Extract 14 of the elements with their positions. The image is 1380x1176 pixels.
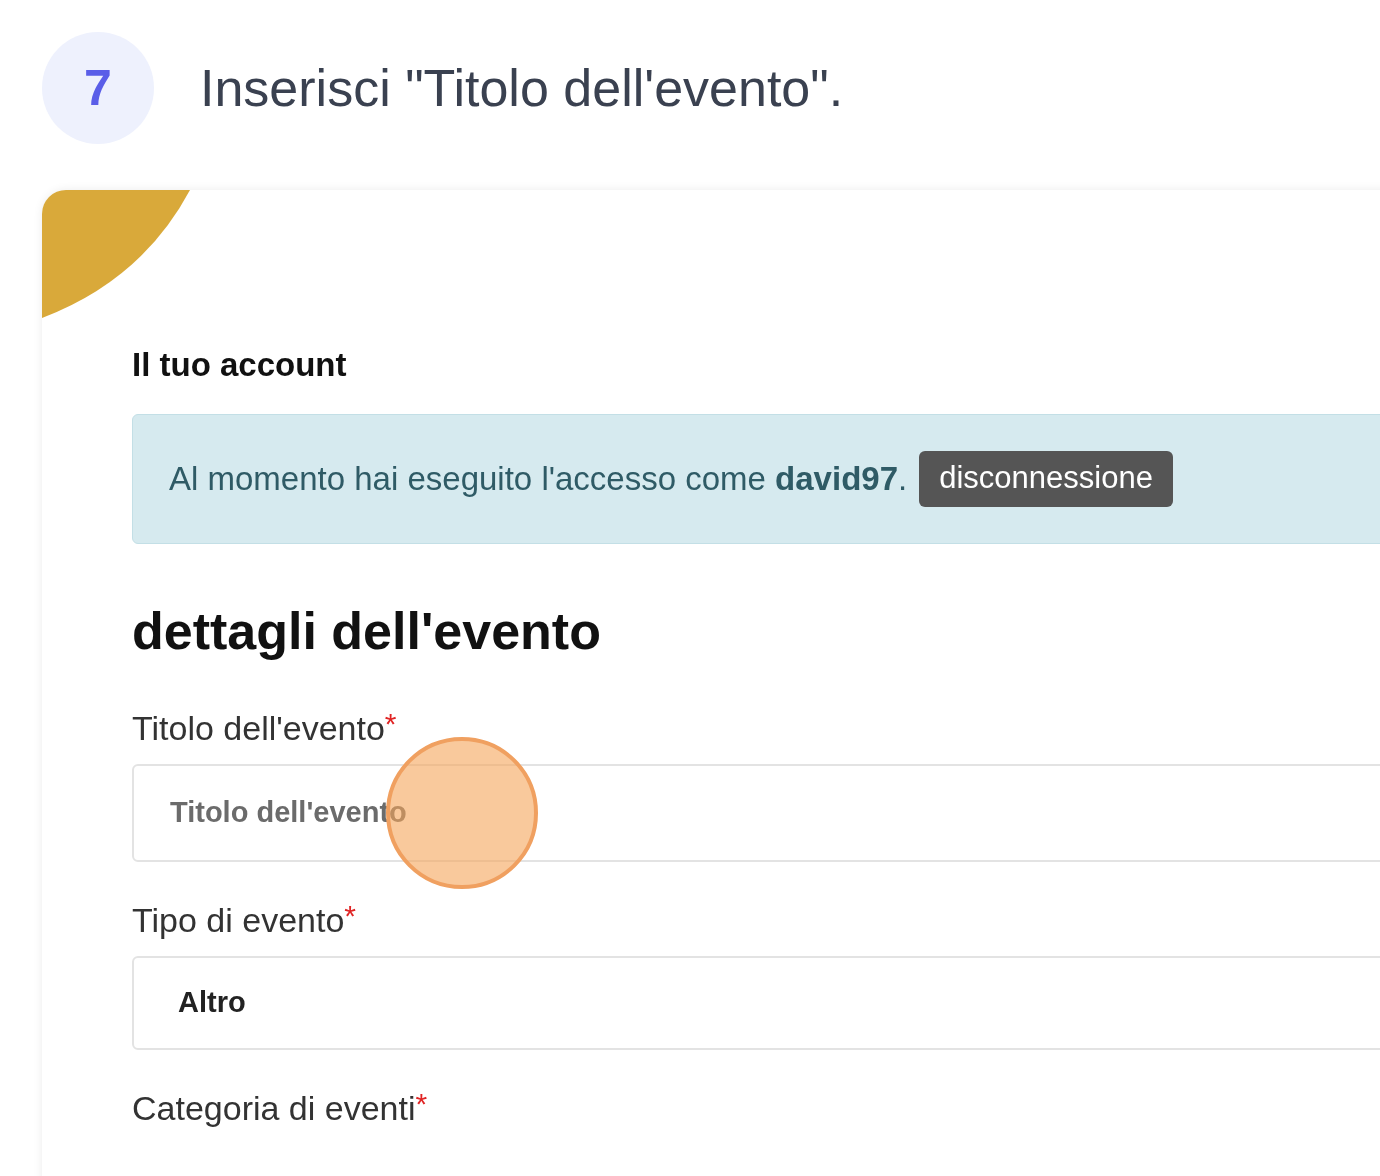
required-mark: * xyxy=(415,1085,428,1122)
required-mark: * xyxy=(384,705,397,742)
step-title: Inserisci "Titolo dell'evento". xyxy=(200,58,844,119)
logout-button[interactable]: disconnessione xyxy=(919,450,1173,507)
field-label: Tipo di evento xyxy=(132,899,345,941)
login-message: Al momento hai eseguito l'accesso come david97. xyxy=(169,458,908,499)
field-label: Categoria di eventi xyxy=(132,1087,416,1129)
required-mark: * xyxy=(344,897,356,934)
section-heading: dettagli dell'evento xyxy=(132,600,602,662)
field-label: Titolo dell'evento xyxy=(132,707,385,749)
step-number-badge: 7 xyxy=(42,32,154,144)
event-type-select[interactable]: Altro xyxy=(132,955,1380,1050)
corner-decoration-icon xyxy=(42,190,192,318)
account-heading: Il tuo account xyxy=(132,345,348,385)
